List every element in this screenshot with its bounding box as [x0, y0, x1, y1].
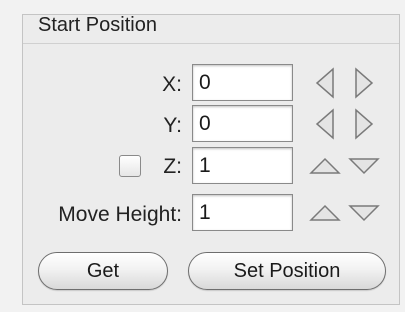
x-label: X: [162, 73, 182, 96]
z-label: Z: [163, 155, 182, 178]
move-height-field[interactable]: 1 [192, 194, 293, 231]
arrow-left-icon [315, 108, 334, 140]
y-increment-button[interactable] [345, 105, 383, 143]
arrow-down-icon [348, 158, 380, 175]
move-height-decrement-button[interactable] [345, 194, 383, 232]
arrow-right-icon [355, 108, 374, 140]
z-checkbox[interactable] [119, 155, 141, 177]
z-decrement-button[interactable] [345, 147, 383, 185]
move-height-label: Move Height: [58, 203, 182, 226]
y-field[interactable]: 0 [192, 105, 293, 142]
panel-title: Start Position [38, 14, 157, 36]
x-increment-button[interactable] [345, 64, 383, 102]
arrow-up-icon [309, 157, 341, 174]
arrow-down-icon [348, 205, 380, 222]
x-field[interactable]: 0 [192, 64, 293, 101]
z-increment-button[interactable] [306, 147, 344, 185]
set-position-button[interactable]: Set Position [188, 252, 386, 290]
z-field[interactable]: 1 [192, 147, 293, 184]
move-height-increment-button[interactable] [306, 194, 344, 232]
arrow-up-icon [309, 204, 341, 221]
title-divider [23, 43, 399, 44]
y-label: Y: [163, 114, 182, 137]
get-button[interactable]: Get [38, 252, 168, 290]
x-decrement-button[interactable] [306, 64, 344, 102]
y-decrement-button[interactable] [306, 105, 344, 143]
arrow-right-icon [355, 67, 374, 99]
arrow-left-icon [315, 67, 334, 99]
